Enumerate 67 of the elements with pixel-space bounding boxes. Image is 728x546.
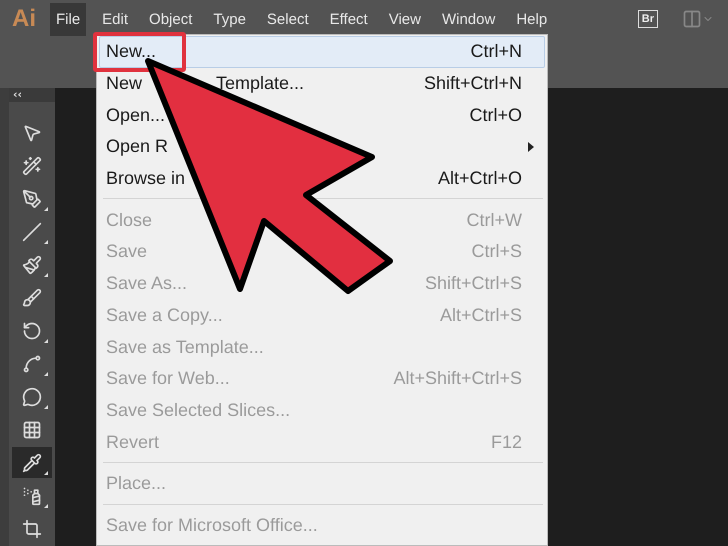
menu-item-label: Template... xyxy=(216,73,304,94)
flyout-icon xyxy=(44,273,48,277)
flyout-icon xyxy=(44,504,48,508)
shortcut: Ctrl+W xyxy=(466,210,522,231)
menu-title[interactable]: Object xyxy=(143,2,198,36)
menu-item-label: Save as Template... xyxy=(106,336,264,358)
menu-item-label: Place... xyxy=(106,473,166,494)
menu-item-label: New xyxy=(106,73,142,94)
speech-bubble-icon xyxy=(22,386,42,406)
bridge-button[interactable]: Br xyxy=(638,10,658,28)
shortcut: Shift+Ctrl+N xyxy=(424,73,522,94)
tool-button[interactable] xyxy=(12,447,52,478)
shortcut: F12 xyxy=(490,432,522,453)
menu-item-label: Revert xyxy=(106,432,160,453)
shortcut: Ctrl+O xyxy=(469,104,522,126)
shortcut: Ctrl+S xyxy=(471,241,522,262)
flyout-icon xyxy=(44,240,48,244)
menu-item[interactable]: New Template... Shift+Ctrl+N xyxy=(99,68,545,100)
flyout-icon xyxy=(44,471,48,475)
brush-icon xyxy=(22,288,42,308)
menu-item-label: Browse in xyxy=(106,168,186,190)
shortcut: Alt+Shift+Ctrl+S xyxy=(393,368,522,390)
crop-icon xyxy=(22,518,42,538)
rotate-icon xyxy=(22,320,42,340)
eyedropper-icon xyxy=(22,452,42,472)
workspace-switcher-icon[interactable] xyxy=(682,9,714,29)
spray-can-icon xyxy=(22,486,42,506)
menu-title[interactable]: Help xyxy=(510,2,554,36)
app-logo: Ai xyxy=(12,5,36,33)
menu-item-label: Save Selected Slices... xyxy=(106,400,290,421)
pen-icon xyxy=(22,188,42,208)
submenu-arrow-icon xyxy=(528,142,534,152)
menu-title[interactable]: View xyxy=(382,2,427,36)
menu-item-label: Open... xyxy=(106,104,166,126)
shortcut: Alt+Ctrl+O xyxy=(438,168,522,190)
menu-title[interactable]: Window xyxy=(436,2,502,36)
menu-title[interactable]: Edit xyxy=(96,2,134,36)
menu-item[interactable]: Browse in Alt+Ctrl+O xyxy=(99,162,545,194)
collapse-icon[interactable]: ‹‹ xyxy=(9,88,55,102)
menu-item-label: Open R xyxy=(106,136,168,158)
pointer-icon xyxy=(22,122,42,142)
line-icon xyxy=(22,222,42,242)
shortcut: Alt+Ctrl+S xyxy=(440,304,522,326)
menu-title[interactable]: File xyxy=(50,2,86,36)
menu-item-label: Save a Copy... xyxy=(106,304,223,326)
brush-icon xyxy=(22,254,42,274)
flyout-icon xyxy=(44,339,48,343)
menu-item-label: Save As... xyxy=(106,273,188,294)
menu-item-label: Close xyxy=(106,210,152,231)
menu-item[interactable]: New... Ctrl+N xyxy=(99,36,545,68)
flyout-icon xyxy=(44,405,48,409)
menu-item[interactable]: Open... Ctrl+O xyxy=(99,99,545,132)
menu-item[interactable]: Open R xyxy=(99,131,545,163)
menu-item-label: Save for Microsoft Office... xyxy=(106,514,318,536)
menu-item-label: Save for Web... xyxy=(106,368,230,390)
menu-title[interactable]: Effect xyxy=(324,2,374,36)
menu-title[interactable]: Type xyxy=(207,2,252,36)
shortcut: Shift+Ctrl+S xyxy=(424,273,522,294)
flyout-icon xyxy=(44,372,48,376)
shortcut: Ctrl+N xyxy=(470,41,522,62)
menu-item-label: Save xyxy=(106,241,148,262)
curve-icon xyxy=(22,354,42,374)
menu-title[interactable]: Select xyxy=(260,2,315,36)
flyout-icon xyxy=(44,207,48,211)
menu-item-label: New... xyxy=(106,41,156,62)
grid-icon xyxy=(22,420,42,440)
magic-wand-icon xyxy=(22,156,42,176)
